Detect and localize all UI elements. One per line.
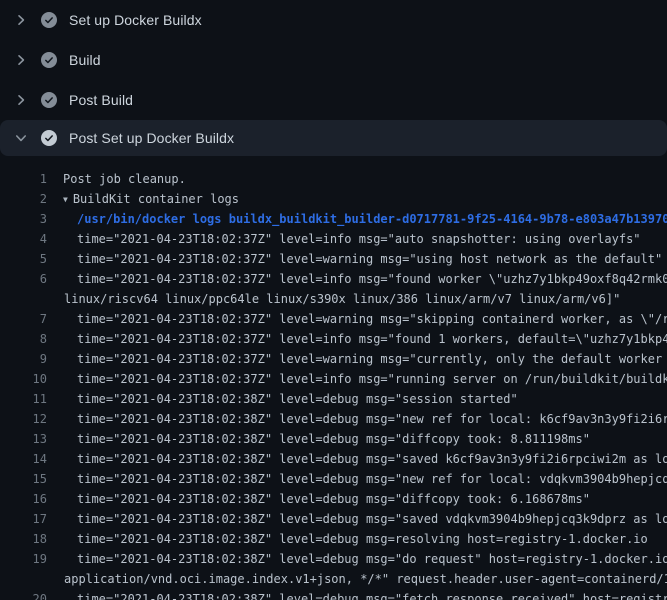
log-line: 10 time="2021-04-23T18:02:37Z" level=info…	[0, 369, 667, 389]
log-line: 11 time="2021-04-23T18:02:38Z" level=debu…	[0, 389, 667, 409]
log-text: time="2021-04-23T18:02:38Z" level=debug …	[77, 429, 590, 449]
log-line: 5 time="2021-04-23T18:02:37Z" level=warni…	[0, 249, 667, 269]
log-group-label: BuildKit container logs	[73, 192, 239, 206]
log-text: time="2021-04-23T18:02:38Z" level=debug …	[77, 489, 590, 509]
line-number[interactable]: 1	[0, 169, 47, 189]
log-text: time="2021-04-23T18:02:38Z" level=debug …	[77, 529, 648, 549]
log-group-toggle[interactable]: ▼ BuildKit container logs	[63, 189, 239, 209]
log-text: time="2021-04-23T18:02:37Z" level=warnin…	[77, 249, 662, 269]
workflow-log-panel: Set up Docker Buildx Build Post Build Post …	[0, 0, 667, 600]
collapse-triangle-icon[interactable]: ▼	[63, 190, 68, 209]
steps-list: Set up Docker Buildx Build Post Build Post …	[0, 0, 667, 156]
log-text: application/vnd.oci.image.index.v1+json,…	[64, 569, 667, 589]
check-circle-icon	[41, 12, 57, 28]
log-line: 15 time="2021-04-23T18:02:38Z" level=debu…	[0, 469, 667, 489]
log-command-text: /usr/bin/docker logs buildx_buildkit_bui…	[77, 209, 667, 229]
log-line: 18 time="2021-04-23T18:02:38Z" level=debu…	[0, 529, 667, 549]
line-number[interactable]: 4	[0, 229, 47, 249]
chevron-right-icon	[13, 12, 29, 28]
line-number[interactable]: 15	[0, 469, 47, 489]
log-text: time="2021-04-23T18:02:38Z" level=debug …	[77, 409, 667, 429]
line-number[interactable]: 18	[0, 529, 47, 549]
line-number[interactable]: 12	[0, 409, 47, 429]
log-line: 19 time="2021-04-23T18:02:38Z" level=debu…	[0, 549, 667, 569]
step-title: Build	[69, 52, 101, 68]
log-text: time="2021-04-23T18:02:38Z" level=debug …	[77, 549, 667, 569]
log-text: time="2021-04-23T18:02:38Z" level=debug …	[77, 589, 667, 600]
line-number	[0, 289, 47, 309]
chevron-down-icon	[13, 130, 29, 146]
log-text: time="2021-04-23T18:02:38Z" level=debug …	[77, 469, 667, 489]
log-line: 8 time="2021-04-23T18:02:37Z" level=info …	[0, 329, 667, 349]
log-line: 14 time="2021-04-23T18:02:38Z" level=debu…	[0, 449, 667, 469]
step-row-post-build[interactable]: Post Build	[0, 80, 667, 120]
step-row-build[interactable]: Build	[0, 40, 667, 80]
check-circle-icon	[41, 52, 57, 68]
log-line: 1 Post job cleanup.	[0, 169, 667, 189]
log-line: 7 time="2021-04-23T18:02:37Z" level=warni…	[0, 309, 667, 329]
log-text: time="2021-04-23T18:02:37Z" level=info m…	[77, 269, 667, 289]
chevron-right-icon	[13, 92, 29, 108]
line-number[interactable]: 13	[0, 429, 47, 449]
log-line: 16 time="2021-04-23T18:02:38Z" level=debu…	[0, 489, 667, 509]
line-number[interactable]: 2	[0, 189, 47, 209]
line-number[interactable]: 20	[0, 589, 47, 600]
log-text: time="2021-04-23T18:02:38Z" level=debug …	[77, 389, 518, 409]
log-text: time="2021-04-23T18:02:38Z" level=debug …	[77, 509, 667, 529]
log-text: Post job cleanup.	[63, 169, 186, 189]
step-row-post-set-up-docker-buildx[interactable]: Post Set up Docker Buildx	[0, 120, 667, 156]
step-log: 1 Post job cleanup. 2 ▼ BuildKit container l…	[0, 156, 667, 600]
line-number[interactable]: 14	[0, 449, 47, 469]
log-line: 20 time="2021-04-23T18:02:38Z" level=debu…	[0, 589, 667, 600]
log-line: 4 time="2021-04-23T18:02:37Z" level=info …	[0, 229, 667, 249]
chevron-right-icon	[13, 52, 29, 68]
log-line: 12 time="2021-04-23T18:02:38Z" level=debu…	[0, 409, 667, 429]
line-number[interactable]: 11	[0, 389, 47, 409]
line-number	[0, 569, 47, 589]
log-text: time="2021-04-23T18:02:38Z" level=debug …	[77, 449, 667, 469]
check-circle-icon	[41, 130, 57, 146]
log-line: linux/riscv64 linux/ppc64le linux/s390x …	[0, 289, 667, 309]
check-circle-icon	[41, 92, 57, 108]
log-line: 13 time="2021-04-23T18:02:38Z" level=debu…	[0, 429, 667, 449]
log-text: time="2021-04-23T18:02:37Z" level=info m…	[77, 229, 641, 249]
line-number[interactable]: 3	[0, 209, 47, 229]
line-number[interactable]: 9	[0, 349, 47, 369]
log-line: 6 time="2021-04-23T18:02:37Z" level=info …	[0, 269, 667, 289]
log-line: application/vnd.oci.image.index.v1+json,…	[0, 569, 667, 589]
step-title: Post Set up Docker Buildx	[69, 130, 234, 146]
log-text: time="2021-04-23T18:02:37Z" level=warnin…	[77, 309, 667, 329]
line-number[interactable]: 7	[0, 309, 47, 329]
log-line: 9 time="2021-04-23T18:02:37Z" level=warni…	[0, 349, 667, 369]
log-text: time="2021-04-23T18:02:37Z" level=info m…	[77, 369, 667, 389]
line-number[interactable]: 16	[0, 489, 47, 509]
log-text: linux/riscv64 linux/ppc64le linux/s390x …	[64, 289, 620, 309]
step-title: Set up Docker Buildx	[69, 12, 202, 28]
log-line: 2 ▼ BuildKit container logs	[0, 189, 667, 209]
line-number[interactable]: 19	[0, 549, 47, 569]
step-row-set-up-docker-buildx[interactable]: Set up Docker Buildx	[0, 0, 667, 40]
log-text: time="2021-04-23T18:02:37Z" level=info m…	[77, 329, 667, 349]
line-number[interactable]: 5	[0, 249, 47, 269]
line-number[interactable]: 6	[0, 269, 47, 289]
log-text: time="2021-04-23T18:02:37Z" level=warnin…	[77, 349, 667, 369]
line-number[interactable]: 10	[0, 369, 47, 389]
line-number[interactable]: 17	[0, 509, 47, 529]
line-number[interactable]: 8	[0, 329, 47, 349]
step-title: Post Build	[69, 92, 133, 108]
log-line: 17 time="2021-04-23T18:02:38Z" level=debu…	[0, 509, 667, 529]
log-line: 3/usr/bin/docker logs buildx_buildkit_bu…	[0, 209, 667, 229]
